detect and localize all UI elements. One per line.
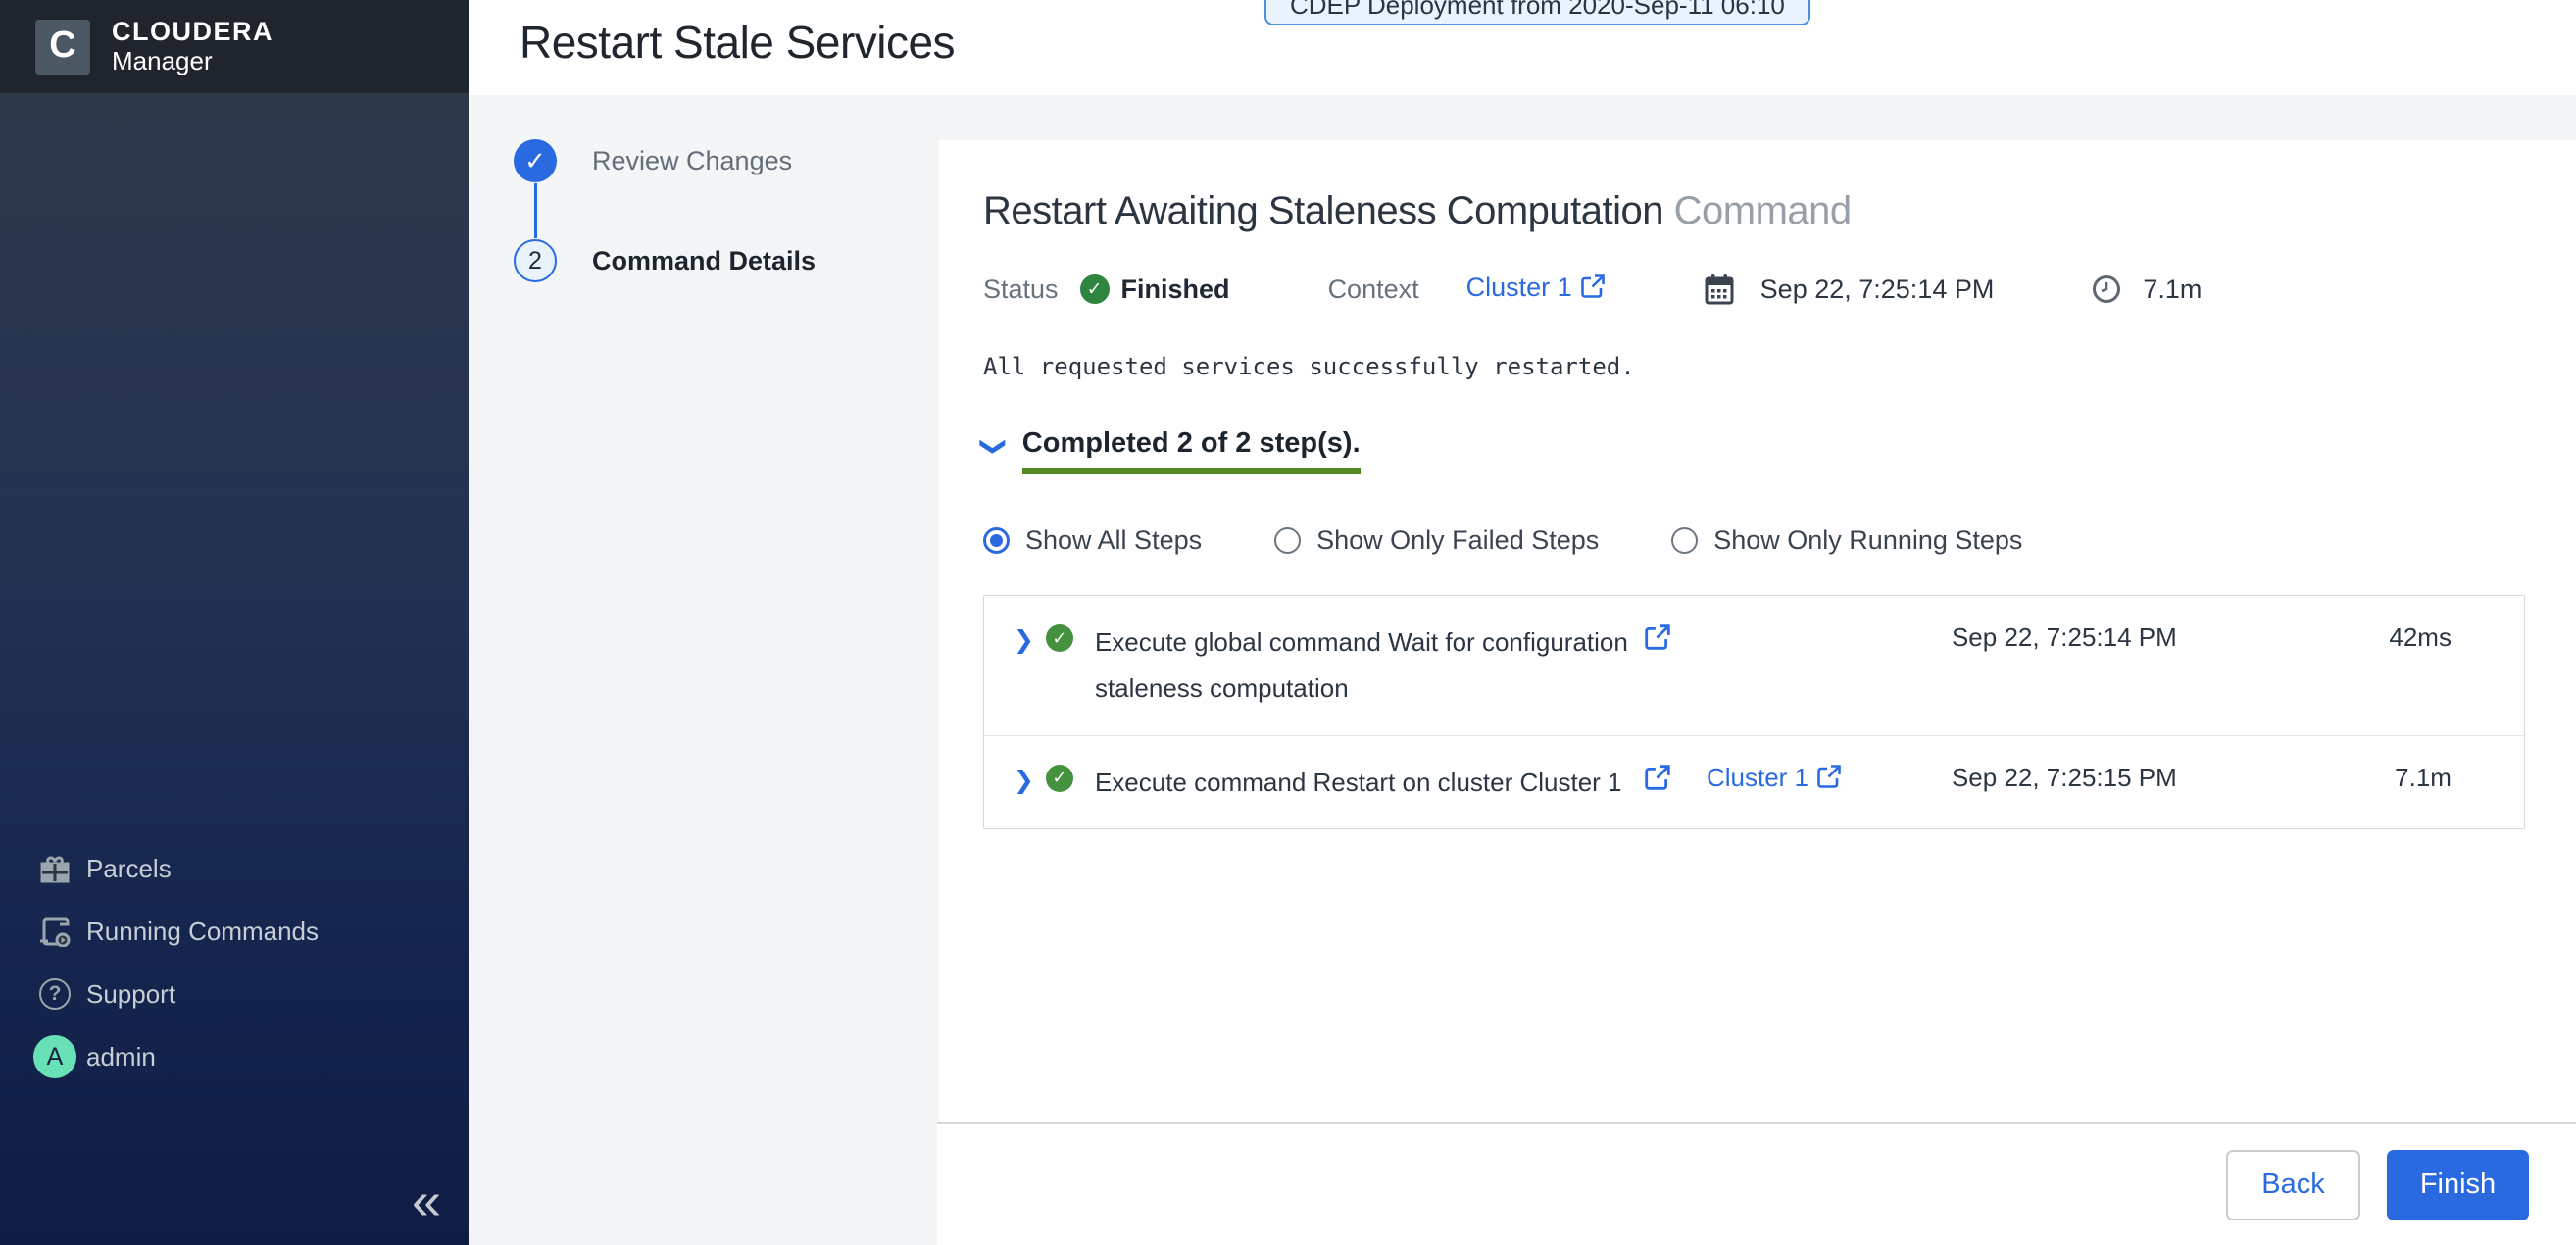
radio-label: Show All Steps bbox=[1025, 525, 1203, 555]
status-label: Status bbox=[983, 274, 1059, 304]
step-number-badge: 2 bbox=[514, 239, 557, 282]
steps-table: ❯ Execute global command Wait for config… bbox=[983, 595, 2525, 830]
clock-icon bbox=[2092, 274, 2121, 304]
command-duration: 7.1m bbox=[2143, 274, 2203, 304]
cluster-link[interactable]: Cluster 1 bbox=[1466, 273, 1572, 302]
page-header: Restart Stale Services CDEP Deployment f… bbox=[469, 0, 2576, 95]
step-review-changes[interactable]: Review Changes bbox=[514, 138, 935, 183]
context-label: Context bbox=[1327, 274, 1419, 304]
expand-chevron-icon[interactable]: ❯ bbox=[1014, 766, 1034, 795]
external-link-icon[interactable] bbox=[1644, 623, 1707, 656]
command-title-main: Restart Awaiting Staleness Computation bbox=[983, 189, 1664, 232]
calendar-icon bbox=[1704, 274, 1735, 305]
command-result-message: All requested services successfully rest… bbox=[983, 353, 1635, 380]
external-link-icon[interactable] bbox=[1816, 764, 1842, 796]
step-success-check-icon bbox=[1045, 624, 1073, 652]
cluster-link[interactable]: Cluster 1 bbox=[1707, 763, 1808, 792]
radio-icon[interactable] bbox=[1671, 527, 1699, 554]
sidebar-item-label: Support bbox=[86, 978, 176, 1009]
command-title-suffix: Command bbox=[1673, 189, 1853, 232]
sidebar-item-label: admin bbox=[86, 1041, 156, 1071]
step-success-check-icon bbox=[1045, 764, 1073, 792]
step-start-time: Sep 22, 7:25:14 PM bbox=[1951, 622, 2177, 652]
radio-selected-icon[interactable] bbox=[983, 527, 1010, 554]
step-label: Command Details bbox=[592, 245, 817, 275]
step-row-1: ❯ Execute global command Wait for config… bbox=[984, 596, 2524, 735]
radio-label: Show Only Failed Steps bbox=[1316, 525, 1600, 555]
wizard-footer: Back Finish bbox=[937, 1122, 2576, 1245]
running-commands-icon bbox=[33, 910, 76, 953]
page-title: Restart Stale Services bbox=[520, 17, 956, 68]
expand-chevron-icon[interactable]: ❯ bbox=[1014, 625, 1034, 655]
step-row-2: ❯ Execute command Restart on cluster Clu… bbox=[984, 734, 2524, 829]
step-start-time: Sep 22, 7:25:15 PM bbox=[1951, 762, 2177, 792]
progress-summary-link[interactable]: Completed 2 of 2 step(s). bbox=[1021, 427, 1361, 474]
support-icon: ? bbox=[33, 972, 76, 1016]
brand-header: C CLOUDERA Manager bbox=[0, 0, 469, 93]
logo-letter: C bbox=[49, 25, 76, 66]
command-start-time: Sep 22, 7:25:14 PM bbox=[1759, 274, 1995, 304]
user-avatar: A bbox=[33, 1035, 76, 1078]
sidebar-collapse-icon[interactable]: « bbox=[412, 1174, 441, 1227]
main-area: Restart Stale Services CDEP Deployment f… bbox=[469, 0, 2576, 1245]
step-description: Execute command Restart on cluster Clust… bbox=[1094, 767, 1622, 797]
brand-product: Manager bbox=[112, 46, 213, 76]
wizard-stepper: Review Changes 2 Command Details bbox=[514, 138, 935, 283]
deployment-badge: CDEP Deployment from 2020-Sep-11 06:10 bbox=[1264, 0, 1810, 25]
external-link-icon[interactable] bbox=[1580, 274, 1606, 306]
command-status-row: Status Finished Context Cluster 1 Sep 22… bbox=[983, 273, 2576, 306]
command-details-card: Restart Awaiting Staleness Computation C… bbox=[939, 140, 2576, 1122]
brand-name: CLOUDERA bbox=[112, 17, 273, 47]
sidebar: C CLOUDERA Manager Parcels Running Comma… bbox=[0, 0, 469, 1245]
status-finished-check-icon bbox=[1079, 274, 1110, 304]
sidebar-item-label: Parcels bbox=[86, 853, 172, 883]
radio-label: Show Only Running Steps bbox=[1713, 525, 2023, 555]
step-connector bbox=[534, 183, 537, 238]
radio-show-only-running-steps[interactable]: Show Only Running Steps bbox=[1671, 525, 2022, 556]
sidebar-item-support[interactable]: ? Support bbox=[0, 963, 469, 1025]
sidebar-item-label: Running Commands bbox=[86, 916, 320, 946]
finish-button[interactable]: Finish bbox=[2387, 1149, 2529, 1220]
sidebar-item-running-commands[interactable]: Running Commands bbox=[0, 900, 469, 963]
radio-icon[interactable] bbox=[1274, 527, 1302, 554]
progress-summary-row: ❯ Completed 2 of 2 step(s). bbox=[979, 427, 2576, 474]
sidebar-item-admin[interactable]: A admin bbox=[0, 1025, 469, 1088]
avatar-letter: A bbox=[33, 1035, 76, 1078]
back-button[interactable]: Back bbox=[2226, 1149, 2360, 1220]
parcels-icon bbox=[33, 847, 76, 890]
sidebar-nav: Parcels Running Commands ? Support A adm… bbox=[0, 837, 469, 1088]
step-command-details[interactable]: 2 Command Details bbox=[514, 238, 935, 283]
step-duration: 7.1m bbox=[2395, 762, 2452, 792]
command-title: Restart Awaiting Staleness Computation C… bbox=[983, 189, 2576, 233]
radio-show-all-steps[interactable]: Show All Steps bbox=[983, 525, 1202, 556]
step-label: Review Changes bbox=[592, 145, 793, 175]
step-duration: 42ms bbox=[2389, 622, 2452, 652]
external-link-icon[interactable] bbox=[1644, 764, 1707, 796]
content-background: Review Changes 2 Command Details Restart… bbox=[469, 95, 2576, 1122]
step-complete-check-icon bbox=[514, 139, 557, 182]
step-context-link[interactable]: Cluster 1 bbox=[1707, 763, 1952, 796]
sidebar-item-parcels[interactable]: Parcels bbox=[0, 837, 469, 900]
step-filters: Show All Steps Show Only Failed Steps Sh… bbox=[983, 525, 2576, 556]
brand-text: CLOUDERA Manager bbox=[112, 18, 273, 75]
cloudera-logo-icon[interactable]: C bbox=[35, 19, 90, 75]
context-link[interactable]: Cluster 1 bbox=[1466, 273, 1606, 306]
status-value: Finished bbox=[1120, 274, 1230, 304]
chevron-down-icon[interactable]: ❯ bbox=[978, 436, 1009, 458]
radio-show-only-failed-steps[interactable]: Show Only Failed Steps bbox=[1274, 525, 1599, 556]
step-description: Execute global command Wait for configur… bbox=[1094, 627, 1628, 703]
